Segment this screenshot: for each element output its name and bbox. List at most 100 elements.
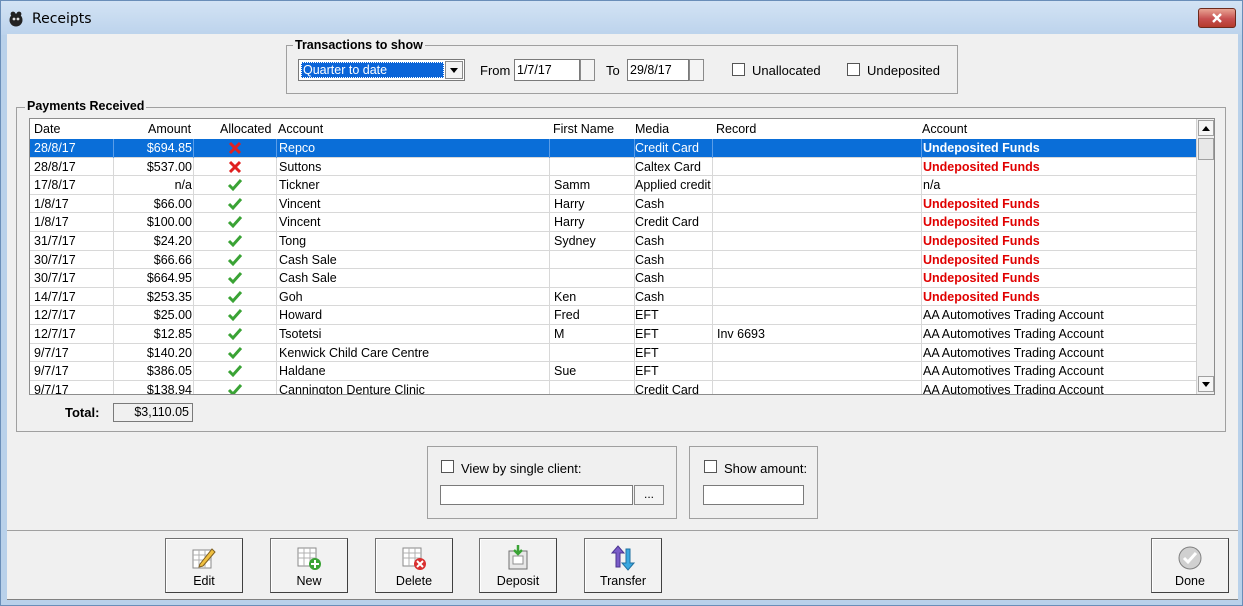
delete-button[interactable]: Delete [375,538,453,593]
table-row[interactable]: 1/8/17 $66.00 Vincent Harry Cash Undeposited … [30,194,1196,214]
to-label: To [606,63,620,78]
column-header-record[interactable]: Record [716,122,756,136]
table-row[interactable]: 1/8/17 $100.00 Vincent Harry Credit Card Unde… [30,213,1196,232]
grid-line [921,287,922,307]
receipts-window: Receipts Transactions to show Quarter to… [0,0,1243,606]
cell-record [717,176,917,194]
table-row[interactable]: 17/8/17 n/a Tickner Samm Applied credit n/a [30,176,1196,195]
show-amount-checkbox[interactable] [704,460,717,473]
grid-line [549,362,550,381]
scroll-thumb[interactable] [1198,138,1214,160]
cell-allocated [194,251,276,269]
cell-date: 12/7/17 [34,308,76,323]
table-row[interactable]: 9/7/17 $386.05 Haldane Sue EFT AA Automotives… [30,362,1196,381]
from-date-field[interactable]: 1/7/17 [514,59,580,81]
checkmark-icon [227,365,243,378]
scroll-down-button[interactable] [1198,376,1214,392]
grid-line [276,157,277,177]
deposit-icon [508,545,528,570]
column-header-first-name[interactable]: First Name [553,122,614,136]
grid-line [276,380,277,394]
cell-first-name: Harry [554,196,585,211]
cell-account: Howard [279,308,323,323]
cell-account: Cash Sale [279,271,337,286]
cell-date: 28/8/17 [34,141,76,155]
column-header-media[interactable]: Media [635,122,669,136]
cell-first-name [554,251,634,269]
from-date-button[interactable] [580,59,595,81]
grid-line [921,362,922,381]
browse-client-button[interactable]: ... [634,485,664,505]
cell-record [717,381,917,394]
cell-deposit-account: Undeposited Funds [923,271,1040,286]
table-row[interactable]: 31/7/17 $24.20 Tong Sydney Cash Undeposited F… [30,231,1196,251]
grid-line [549,194,550,214]
client-field[interactable] [440,485,633,505]
column-header-deposit-account[interactable]: Account [922,122,967,136]
cell-amount: $24.20 [153,233,192,248]
grid-line [921,306,922,325]
column-header-account[interactable]: Account [278,122,323,136]
grid-line [921,194,922,214]
cell-date: 30/7/17 [34,252,76,267]
cell-deposit-account: Undeposited Funds [923,289,1040,304]
period-dropdown-button[interactable] [445,61,463,79]
table-row[interactable]: 28/8/17 $537.00 Suttons Caltex Card Undeposi… [30,157,1196,177]
cell-amount: $664.95 [146,271,192,286]
delete-icon [402,547,426,570]
scroll-up-button[interactable] [1198,120,1214,136]
column-header-date[interactable]: Date [34,122,60,136]
cell-date: 1/8/17 [34,215,69,230]
to-date-button[interactable] [689,59,704,81]
app-icon [9,11,23,27]
grid-line [549,269,550,288]
checkmark-icon [227,290,243,303]
cell-media: EFT [635,345,659,360]
table-row[interactable]: 30/7/17 $664.95 Cash Sale Cash Undeposited F… [30,269,1196,288]
cell-media: EFT [635,308,659,323]
table-row[interactable]: 9/7/17 $140.20 Kenwick Child Care Centre EF… [30,343,1196,363]
cell-deposit-account: AA Automotives Trading Account [923,382,1104,395]
new-button[interactable]: New [270,538,348,593]
title-bar[interactable]: Receipts [1,1,1242,35]
cell-record [717,158,917,176]
close-button[interactable] [1198,8,1236,28]
table-row[interactable]: 9/7/17 $138.94 Cannington Denture Clinic Cr… [30,380,1196,395]
period-dropdown[interactable]: Quarter to date [298,59,465,81]
cell-deposit-account: Undeposited Funds [923,141,1040,155]
cell-allocated [194,344,276,362]
undeposited-checkbox[interactable] [847,63,860,76]
to-date-field[interactable]: 29/8/17 [627,59,689,81]
deposit-button[interactable]: Deposit [479,538,557,593]
cell-date: 31/7/17 [34,233,76,248]
grid-line [921,213,922,232]
table-row[interactable]: 28/8/17 $694.85 Repco Credit Card Undeposite… [30,139,1196,158]
grid-line [921,380,922,394]
table-row[interactable]: 14/7/17 $253.35 Goh Ken Cash Undeposited Fund… [30,287,1196,307]
amount-field[interactable] [703,485,804,505]
cell-allocated [194,158,276,176]
cell-allocated [194,176,276,194]
transactions-filter-legend: Transactions to show [293,38,425,52]
unallocated-checkbox[interactable] [732,63,745,76]
checkmark-icon [227,346,243,359]
arrow-up-icon [1202,125,1210,131]
column-header-amount[interactable]: Amount [148,122,191,136]
cell-first-name: M [554,326,565,341]
column-header-allocated[interactable]: Allocated [220,122,271,136]
checkmark-icon [227,327,243,341]
checkmark-icon [227,309,243,322]
payments-table[interactable]: Date Amount Allocated Account First Name… [29,118,1215,395]
single-client-checkbox[interactable] [441,460,454,473]
edit-button[interactable]: Edit [165,538,243,593]
cell-account: Vincent [279,215,321,230]
grid-line [276,306,277,325]
cross-icon [228,141,242,155]
table-row[interactable]: 12/7/17 $12.85 Tsotetsi M EFT Inv 6693 AA Auto… [30,324,1196,344]
table-row[interactable]: 30/7/17 $66.66 Cash Sale Cash Undeposited Fu… [30,250,1196,270]
done-button[interactable]: Done [1151,538,1229,593]
table-row[interactable]: 12/7/17 $25.00 Howard Fred EFT AA Automotives… [30,306,1196,325]
vertical-scrollbar[interactable] [1196,119,1214,394]
arrow-down-icon [1202,381,1210,387]
transfer-button[interactable]: Transfer [584,538,662,593]
